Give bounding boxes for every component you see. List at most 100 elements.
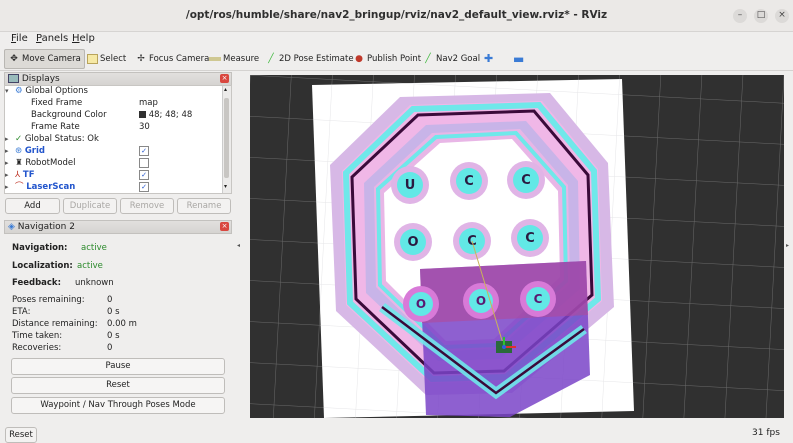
localization-status: active xyxy=(77,261,103,271)
laser-scan-icon: ⌒ xyxy=(15,182,24,192)
grid-checkbox[interactable]: ✓ xyxy=(139,146,149,156)
tree-tf[interactable]: ▸ ⅄ TF ✓ xyxy=(5,170,221,182)
recoveries-label: Recoveries: xyxy=(12,343,62,353)
displays-title: Displays xyxy=(21,74,60,84)
recoveries-value: 0 xyxy=(107,343,113,353)
feedback-label: Feedback: xyxy=(12,278,61,288)
tree-scrollbar[interactable]: ▴ ▾ xyxy=(222,86,231,193)
costmap-scene: U C C O C C O O C xyxy=(250,75,784,418)
tree-global-status[interactable]: ▸ ✓ Global Status: Ok xyxy=(5,134,221,146)
feedback-status: unknown xyxy=(75,278,114,288)
close-nav2-button[interactable]: × xyxy=(220,222,229,231)
close-window-button[interactable]: × xyxy=(775,9,789,23)
nav2-title: Navigation 2 xyxy=(17,222,75,232)
svg-text:O: O xyxy=(416,297,426,311)
duplicate-display-button[interactable]: Duplicate xyxy=(63,198,117,214)
robot-model-checkbox[interactable] xyxy=(139,158,149,168)
reset-view-button[interactable]: Reset xyxy=(5,427,37,443)
waypoint-mode-button[interactable]: Waypoint / Nav Through Poses Mode xyxy=(11,397,225,414)
laser-scan-checkbox[interactable]: ✓ xyxy=(139,182,149,192)
nav2-icon: ◈ xyxy=(8,222,15,232)
svg-text:C: C xyxy=(534,292,543,306)
nav2-reset-button[interactable]: Reset xyxy=(11,377,225,394)
focus-camera-button[interactable]: ✢ Focus Camera xyxy=(135,50,209,68)
navigation-label: Navigation: xyxy=(12,243,68,253)
render-view[interactable]: U C C O C C O O C xyxy=(250,75,784,418)
svg-text:U: U xyxy=(405,178,416,193)
tf-icon: ⅄ xyxy=(15,170,21,180)
menu-file[interactable]: File xyxy=(11,33,28,44)
svg-text:C: C xyxy=(521,173,531,188)
menu-help[interactable]: Help xyxy=(72,33,95,44)
scroll-up-icon[interactable]: ▴ xyxy=(224,86,227,93)
background-color-value[interactable]: 48; 48; 48 xyxy=(139,110,192,122)
svg-text:C: C xyxy=(464,174,474,189)
robot-icon: ♜ xyxy=(15,158,23,168)
remove-tool-button[interactable]: ▬ xyxy=(513,50,524,68)
collapse-right-icon[interactable]: ▸ xyxy=(786,242,789,249)
tree-fixed-frame[interactable]: Fixed Frame map xyxy=(31,98,231,110)
navigation-status: active xyxy=(81,243,107,253)
minus-icon: ▬ xyxy=(513,52,525,66)
frame-rate-value[interactable]: 30 xyxy=(139,122,150,134)
scroll-down-icon[interactable]: ▾ xyxy=(224,183,227,190)
pose-estimate-icon: ╱ xyxy=(268,54,274,64)
pause-button[interactable]: Pause xyxy=(11,358,225,375)
tf-checkbox[interactable]: ✓ xyxy=(139,170,149,180)
publish-point-icon: ● xyxy=(355,54,363,64)
collapse-left-icon[interactable]: ◂ xyxy=(237,242,240,249)
time-taken-value: 0 s xyxy=(107,331,120,341)
pose-estimate-button[interactable]: ╱ 2D Pose Estimate xyxy=(265,50,353,68)
window-title: /opt/ros/humble/share/nav2_bringup/rviz/… xyxy=(185,9,608,21)
time-taken-label: Time taken: xyxy=(12,331,63,341)
svg-text:C: C xyxy=(525,231,535,246)
grid-icon: ⊛ xyxy=(15,146,23,156)
select-button[interactable]: Select xyxy=(87,50,126,68)
tree-frame-rate[interactable]: Frame Rate 30 xyxy=(31,122,231,134)
check-icon: ✓ xyxy=(15,134,23,144)
measure-icon xyxy=(209,56,221,61)
rename-display-button[interactable]: Rename xyxy=(177,198,231,214)
localization-label: Localization: xyxy=(12,261,73,271)
select-icon xyxy=(87,53,98,64)
focus-camera-icon: ✢ xyxy=(137,54,145,64)
scrollbar-thumb[interactable] xyxy=(224,98,229,178)
collapsed-arrow-icon: ▸ xyxy=(5,159,9,167)
collapsed-arrow-icon: ▸ xyxy=(5,135,9,143)
monitor-icon xyxy=(8,74,19,83)
poses-remaining-value: 0 xyxy=(107,295,113,305)
remove-display-button[interactable]: Remove xyxy=(120,198,174,214)
menu-bar xyxy=(0,31,793,47)
eta-value: 0 s xyxy=(107,307,120,317)
tree-global-options[interactable]: ▾ ⚙ Global Options xyxy=(5,86,221,98)
poses-remaining-label: Poses remaining: xyxy=(12,295,85,305)
collapsed-arrow-icon: ▸ xyxy=(5,183,9,191)
collapsed-arrow-icon: ▸ xyxy=(5,147,9,155)
distance-remaining-label: Distance remaining: xyxy=(12,319,98,329)
nav2-panel-header: ◈ Navigation 2 × xyxy=(4,220,232,234)
add-display-button[interactable]: Add xyxy=(5,198,60,214)
close-displays-button[interactable]: × xyxy=(220,74,229,83)
tree-laser-scan[interactable]: ▸ ⌒ LaserScan ✓ xyxy=(5,182,221,193)
expanded-arrow-icon: ▾ xyxy=(5,87,9,95)
nav2-goal-button[interactable]: ╱ Nav2 Goal xyxy=(422,50,480,68)
add-tool-button[interactable]: ✚ xyxy=(484,50,493,68)
fps-counter: 31 fps xyxy=(752,428,780,438)
fixed-frame-value[interactable]: map xyxy=(139,98,158,110)
svg-text:O: O xyxy=(476,294,486,308)
menu-panels[interactable]: Panels xyxy=(36,33,68,44)
status-bar xyxy=(0,424,793,443)
gear-icon: ⚙ xyxy=(15,86,23,96)
tree-grid[interactable]: ▸ ⊛ Grid ✓ xyxy=(5,146,221,158)
measure-button[interactable]: Measure xyxy=(209,50,259,68)
move-camera-button[interactable]: ✥ Move Camera xyxy=(4,49,85,69)
tree-robot-model[interactable]: ▸ ♜ RobotModel xyxy=(5,158,221,170)
minimize-button[interactable]: – xyxy=(733,9,747,23)
eta-label: ETA: xyxy=(12,307,31,317)
maximize-button[interactable]: □ xyxy=(754,9,768,23)
move-camera-icon: ✥ xyxy=(10,54,18,64)
color-swatch xyxy=(139,111,146,118)
collapsed-arrow-icon: ▸ xyxy=(5,171,9,179)
publish-point-button[interactable]: ● Publish Point xyxy=(353,50,421,68)
tree-background-color[interactable]: Background Color 48; 48; 48 xyxy=(31,110,231,122)
